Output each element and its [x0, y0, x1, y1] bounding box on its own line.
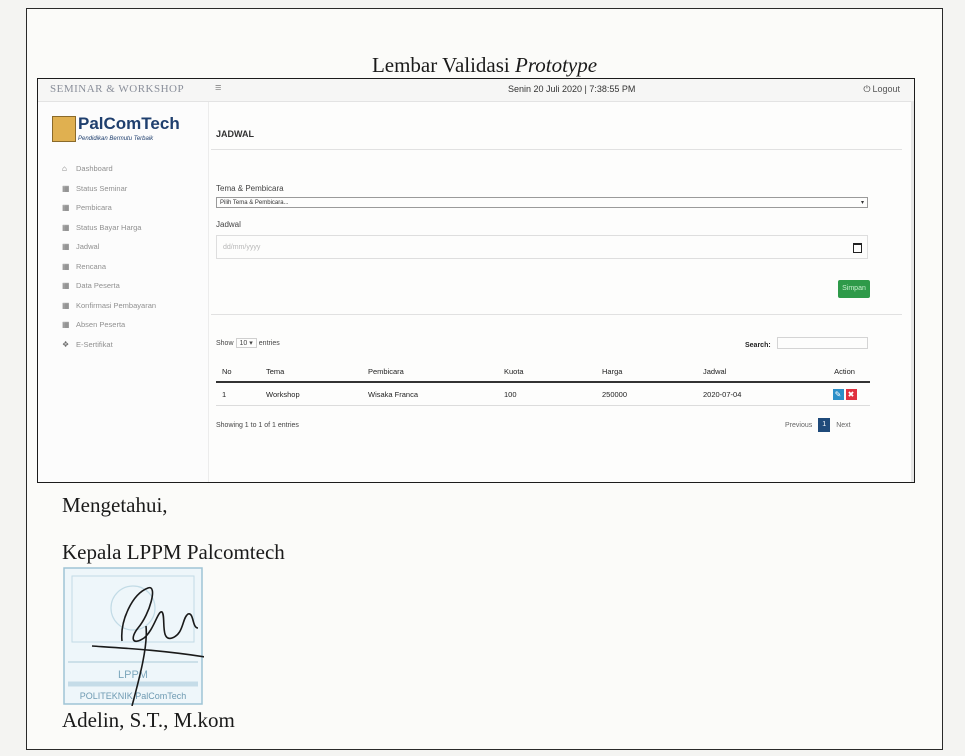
table-header-row: No Tema Pembicara Kuota Harga Jadwal Act…: [216, 361, 870, 383]
table-row: 1 Workshop Wisaka Franca 100 250000 2020…: [216, 382, 870, 406]
entries-value: 10: [239, 340, 248, 347]
sidebar-item-dashboard[interactable]: ⌂ Dashboard: [38, 159, 208, 179]
position-text: Kepala LPPM Palcomtech: [62, 540, 285, 564]
sidebar-item-konfirmasi[interactable]: ▦ Konfirmasi Pembayaran: [38, 296, 208, 316]
palcomtech-logo: PalComTech Pendidikan Bermutu Terbaik: [52, 114, 192, 154]
acknowledged-text: Mengetahui,: [62, 493, 168, 517]
tema-select[interactable]: Pilih Tema & Pembicara... ▾: [216, 197, 868, 208]
sidebar-item-pembicara[interactable]: ▦ Pembicara: [38, 198, 208, 218]
main-content: JADWAL Tema & Pembicara Pilih Tema & Pem…: [211, 102, 912, 482]
jadwal-table: No Tema Pembicara Kuota Harga Jadwal Act…: [216, 361, 870, 406]
entries-label: entries: [258, 340, 280, 347]
sidebar-item-status-bayar[interactable]: ▦ Status Bayar Harga: [38, 218, 208, 238]
table-icon: ▦: [62, 261, 70, 271]
cell-tema: Workshop: [260, 382, 362, 406]
cell-jadwal: 2020-07-04: [697, 382, 813, 406]
hamburger-icon[interactable]: ≡: [215, 82, 221, 94]
logout-button[interactable]: ⏻ Logout: [863, 84, 900, 95]
column-header-tema[interactable]: Tema: [260, 361, 362, 383]
cell-kuota: 100: [498, 382, 596, 406]
previous-button[interactable]: Previous: [785, 422, 812, 429]
logo-text: PalComTech: [78, 114, 180, 133]
logo-tagline: Pendidikan Bermutu Terbaik: [78, 136, 154, 142]
sidebar-item-absen[interactable]: ▦ Absen Peserta: [38, 315, 208, 335]
sidebar-item-label: Dashboard: [76, 164, 113, 174]
column-header-pembicara[interactable]: Pembicara: [362, 361, 498, 383]
page-title: JADWAL: [216, 129, 254, 139]
sidebar-nav: ⌂ Dashboard ▦ Status Seminar ▦ Pembicara ▦ S…: [38, 159, 208, 354]
table-icon: ▦: [62, 222, 70, 232]
sidebar-item-rencana[interactable]: ▦ Rencana: [38, 257, 208, 277]
entries-length: Show 10 ▾ entries: [216, 338, 280, 348]
sidebar-item-label: Data Peserta: [76, 281, 120, 291]
sidebar-item-jadwal[interactable]: ▦ Jadwal: [38, 237, 208, 257]
cell-pembicara: Wisaka Franca: [362, 382, 498, 406]
certificate-icon: ❖: [62, 339, 70, 349]
next-button[interactable]: Next: [836, 422, 850, 429]
sidebar-item-label: Pembicara: [76, 203, 112, 213]
table-icon: ▦: [62, 300, 70, 310]
divider: [211, 149, 902, 150]
table-icon: ▦: [62, 242, 70, 252]
sidebar-item-status-seminar[interactable]: ▦ Status Seminar: [38, 179, 208, 199]
logout-label: Logout: [872, 84, 900, 94]
save-button[interactable]: Simpan: [838, 280, 870, 298]
column-header-harga[interactable]: Harga: [596, 361, 697, 383]
sidebar-item-sertifikat[interactable]: ❖ E-Sertifikat: [38, 335, 208, 355]
jadwal-label: Jadwal: [216, 220, 241, 229]
cell-action: ✎ ✖: [813, 382, 870, 406]
app-topbar: SEMINAR & WORKSHOP ≡ Senin 20 Juli 2020 …: [38, 79, 914, 102]
scrollbar[interactable]: [911, 101, 914, 482]
app-name: SEMINAR & WORKSHOP: [50, 83, 185, 95]
sidebar-item-label: Konfirmasi Pembayaran: [76, 300, 157, 310]
official-stamp-with-signature: LPPM POLITEKNIK PalComTech: [63, 567, 204, 706]
cell-harga: 250000: [596, 382, 697, 406]
cell-no: 1: [216, 382, 260, 406]
column-header-kuota[interactable]: Kuota: [498, 361, 596, 383]
sidebar-item-label: Rencana: [76, 261, 107, 271]
sidebar-item-label: Jadwal: [76, 242, 100, 252]
document-title: Lembar Validasi Prototype: [27, 53, 942, 78]
power-icon: ⏻: [863, 84, 871, 94]
pagination: Previous 1 Next: [785, 418, 851, 432]
sidebar-item-label: E-Sertifikat: [76, 339, 113, 349]
home-icon: ⌂: [62, 164, 67, 174]
table-icon: ▦: [62, 320, 70, 330]
sidebar: PalComTech Pendidikan Bermutu Terbaik ⌂ D…: [38, 102, 209, 482]
column-header-action: Action: [813, 361, 870, 383]
table-info: Showing 1 to 1 of 1 entries: [216, 422, 299, 429]
search-input[interactable]: [777, 337, 868, 349]
column-header-no[interactable]: No: [216, 361, 260, 383]
document-title-italic: Prototype: [515, 53, 598, 77]
tema-select-value: Pilih Tema & Pembicara...: [220, 200, 289, 206]
edit-icon[interactable]: ✎: [832, 388, 844, 400]
sidebar-item-label: Absen Peserta: [76, 320, 126, 330]
logo-emblem: [52, 116, 76, 142]
signer-name: Adelin, S.T., M.kom: [62, 708, 235, 732]
jadwal-placeholder: dd/mm/yyyy: [223, 244, 261, 251]
delete-icon[interactable]: ✖: [845, 388, 857, 400]
sidebar-item-label: Status Bayar Harga: [76, 222, 142, 232]
show-label: Show: [216, 340, 234, 347]
calendar-icon[interactable]: [853, 243, 862, 253]
table-icon: ▦: [62, 281, 70, 291]
sidebar-item-label: Status Seminar: [76, 183, 128, 193]
jadwal-date-input[interactable]: dd/mm/yyyy: [216, 235, 868, 259]
table-icon: ▦: [62, 203, 70, 213]
stamp-line-1: LPPM: [118, 669, 148, 681]
sidebar-item-data-peserta[interactable]: ▦ Data Peserta: [38, 276, 208, 296]
search-label: Search:: [745, 342, 771, 349]
table-icon: ▦: [62, 183, 70, 193]
chevron-down-icon: ▾: [860, 200, 864, 206]
document-title-plain: Lembar Validasi: [371, 53, 510, 77]
entries-select[interactable]: 10 ▾: [235, 338, 257, 348]
datetime: Senin 20 Juli 2020 | 7:38:55 PM: [508, 84, 636, 94]
divider: [211, 314, 902, 315]
tema-label: Tema & Pembicara: [216, 184, 284, 193]
page-button[interactable]: 1: [818, 418, 831, 432]
column-header-jadwal[interactable]: Jadwal: [697, 361, 813, 383]
app-screenshot-frame: SEMINAR & WORKSHOP ≡ Senin 20 Juli 2020 …: [37, 78, 915, 483]
